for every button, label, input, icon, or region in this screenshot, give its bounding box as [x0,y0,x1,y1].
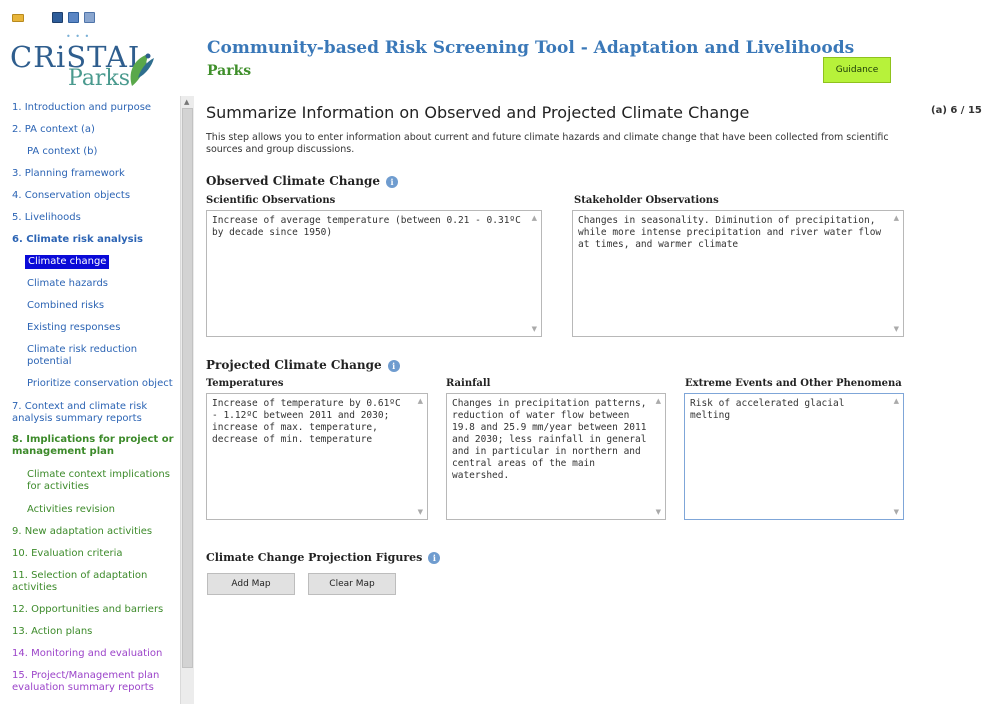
nav-item-risk-reduction[interactable]: Climate risk reduction potential [27,344,157,368]
chevron-down-icon[interactable]: ▼ [656,508,661,516]
nav-item-5[interactable]: 5. Livelihoods [12,212,81,224]
print-icon[interactable] [84,12,95,23]
rainfall-label: Rainfall [446,378,491,389]
nav-item-2a[interactable]: 2. PA context (a) [12,124,95,136]
chevron-down-icon[interactable]: ▼ [418,508,423,516]
chevron-up-icon[interactable]: ▲ [418,397,423,405]
extreme-events-textarea[interactable]: Risk of accelerated glacial melting ▲ ▼ [684,393,904,520]
nav-item-13[interactable]: 13. Action plans [12,626,92,638]
nav-item-11[interactable]: 11. Selection of adaptation activities [12,570,162,594]
temperatures-textarea[interactable]: Increase of temperature by 0.61ºC - 1.12… [206,393,428,520]
nav-item-prioritize[interactable]: Prioritize conservation object [27,378,173,390]
nav-item-2b[interactable]: PA context (b) [27,146,97,158]
nav-item-combined-risks[interactable]: Combined risks [27,300,104,312]
guidance-button[interactable]: Guidance [823,57,891,83]
folder-icon[interactable] [12,14,24,22]
stakeholder-observations-textarea[interactable]: Changes in seasonality. Diminution of pr… [572,210,904,337]
nav-item-6[interactable]: 6. Climate risk analysis [12,234,143,246]
observed-title-text: Observed Climate Change [206,174,381,188]
observed-section-title: Observed Climate Change i [206,174,399,188]
app-subtitle: Parks [207,63,252,79]
chevron-down-icon[interactable]: ▼ [894,508,899,516]
nav-item-14[interactable]: 14. Monitoring and evaluation [12,648,162,660]
rainfall-textarea[interactable]: Changes in precipitation patterns, reduc… [446,393,666,520]
add-map-button[interactable]: Add Map [207,573,295,595]
figures-title-text: Climate Change Projection Figures [206,551,423,564]
nav-item-9[interactable]: 9. New adaptation activities [12,526,152,538]
nav-item-4[interactable]: 4. Conservation objects [12,190,130,202]
leaf-bird-icon [130,53,154,86]
nav-item-activities-revision[interactable]: Activities revision [27,504,115,516]
chevron-up-icon[interactable]: ▲ [894,214,899,222]
nav-item-7[interactable]: 7. Context and climate risk analysis sum… [12,401,162,425]
scientific-observations-textarea[interactable]: Increase of average temperature (between… [206,210,542,337]
clear-map-button[interactable]: Clear Map [308,573,396,595]
save-icon[interactable] [52,12,63,23]
nav-item-15[interactable]: 15. Project/Management plan evaluation s… [12,670,172,694]
nav-scrollbar[interactable]: ▲ [180,96,194,704]
nav-item-1[interactable]: 1. Introduction and purpose [12,102,151,114]
app-title: Community-based Risk Screening Tool - Ad… [207,38,855,58]
projected-title-text: Projected Climate Change [206,358,382,372]
extreme-events-value: Risk of accelerated glacial melting [690,398,845,421]
nav-item-climate-implications[interactable]: Climate context implications for activit… [27,469,177,493]
temperatures-label: Temperatures [206,378,284,389]
info-icon[interactable]: i [428,552,441,564]
scroll-up-icon[interactable]: ▲ [184,98,189,106]
toolbar [0,0,995,30]
nav-item-climate-hazards[interactable]: Climate hazards [27,278,108,290]
nav-scroll-thumb[interactable] [182,108,193,668]
intro-text: This step allows you to enter informatio… [206,132,889,155]
chevron-up-icon[interactable]: ▲ [656,397,661,405]
scientific-observations-value: Increase of average temperature (between… [212,215,521,238]
projected-section-title: Projected Climate Change i [206,358,400,372]
nav-item-8[interactable]: 8. Implications for project or managemen… [12,434,174,458]
nav-item-12[interactable]: 12. Opportunities and barriers [12,604,163,616]
nav-item-climate-change[interactable]: Climate change [25,255,110,269]
cristal-logo: • • • CRiSTAL Parks [10,30,160,91]
nav-item-3[interactable]: 3. Planning framework [12,168,125,180]
chevron-up-icon[interactable]: ▲ [894,397,899,405]
chevron-down-icon[interactable]: ▼ [532,325,537,333]
page-title: Summarize Information on Observed and Pr… [206,103,750,122]
stakeholder-observations-value: Changes in seasonality. Diminution of pr… [578,215,882,250]
chevron-down-icon[interactable]: ▼ [894,325,899,333]
stakeholder-label: Stakeholder Observations [574,195,719,206]
edit-icon[interactable] [68,12,79,23]
logo-sub: Parks [68,66,131,91]
chevron-up-icon[interactable]: ▲ [532,214,537,222]
info-icon[interactable]: i [387,359,400,372]
rainfall-value: Changes in precipitation patterns, reduc… [452,398,647,481]
extreme-events-label: Extreme Events and Other Phenomena [685,378,902,389]
scientific-label: Scientific Observations [206,195,336,206]
nav-item-10[interactable]: 10. Evaluation criteria [12,548,123,560]
step-navigation: 1. Introduction and purpose 2. PA contex… [0,96,180,704]
info-icon[interactable]: i [386,175,399,188]
step-counter: (a) 6 / 15 [931,105,982,116]
figures-section-title: Climate Change Projection Figures i [206,551,441,564]
nav-item-existing-responses[interactable]: Existing responses [27,322,120,334]
temperatures-value: Increase of temperature by 0.61ºC - 1.12… [212,398,401,445]
